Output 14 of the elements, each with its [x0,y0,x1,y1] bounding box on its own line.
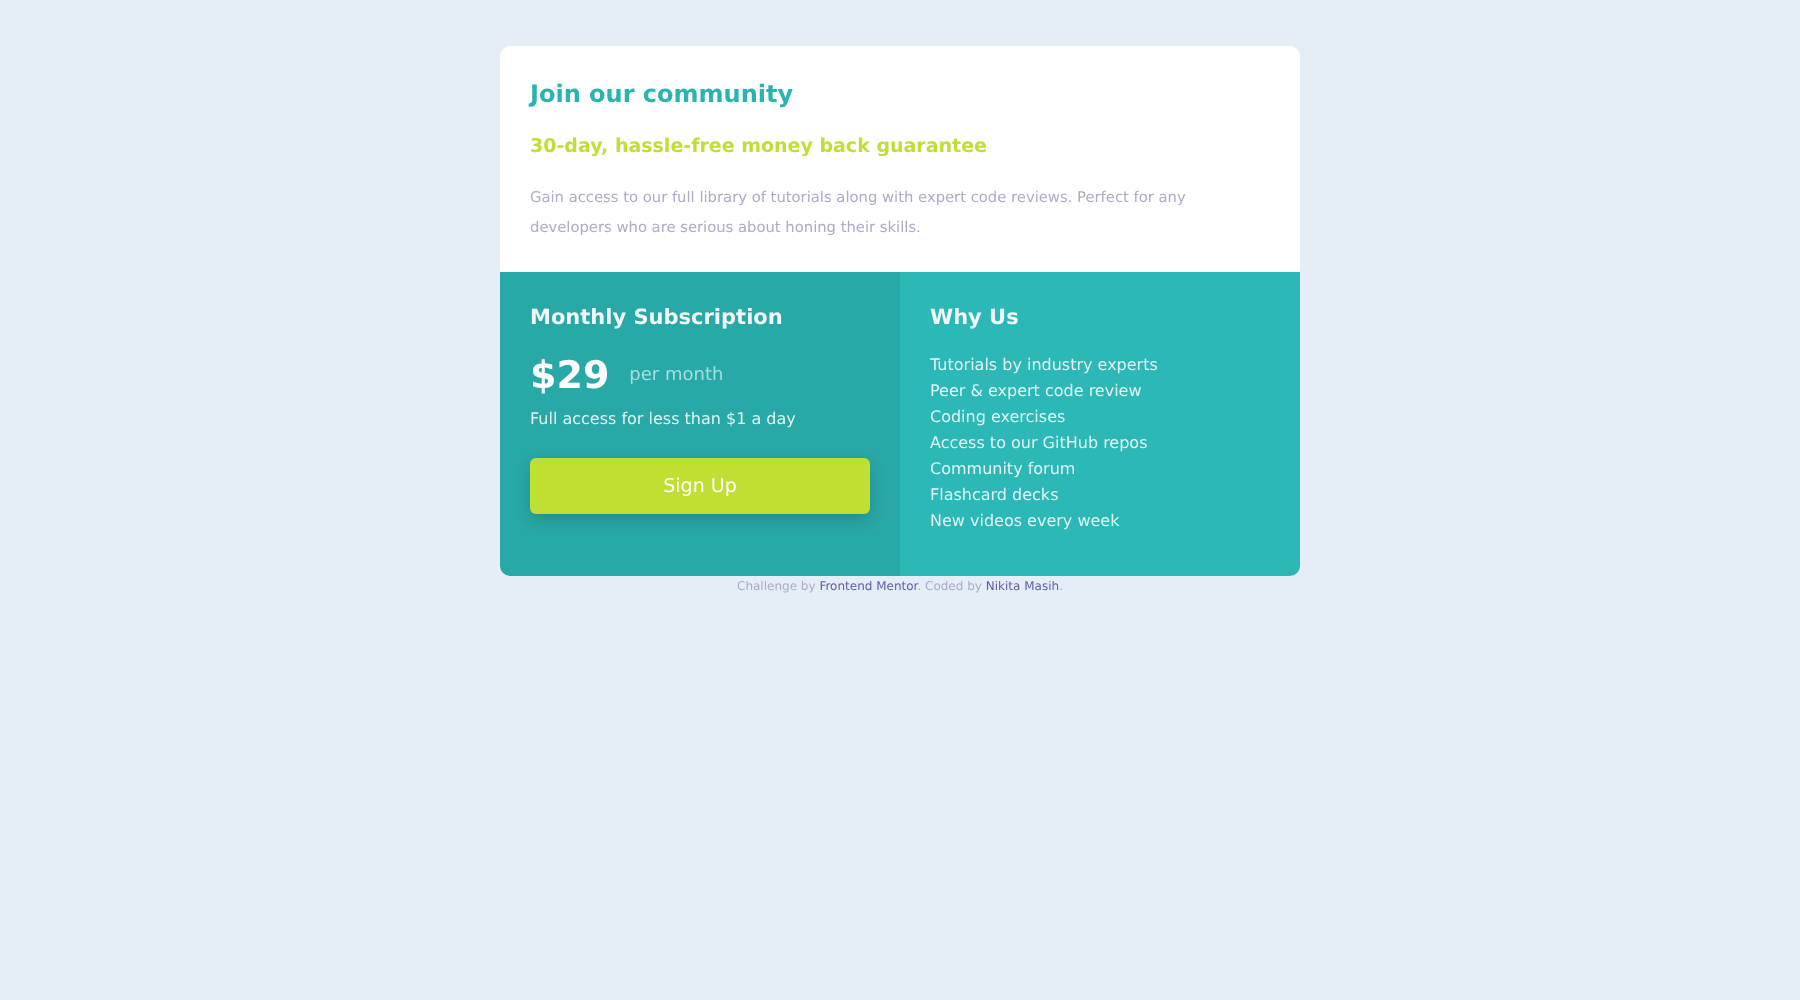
access-note: Full access for less than $1 a day [530,410,798,428]
feature-item: Access to our GitHub repos [930,432,1150,456]
feature-item: Peer & expert code review [930,380,1144,404]
subscription-title: Monthly Subscription [530,306,785,330]
guarantee-text: 30-day, hassle-free money back guarantee [530,136,989,158]
feature-item: New videos every week [930,510,1122,534]
feature-item: Community forum [930,458,1078,482]
why-us-title: Why Us [930,306,1021,330]
feature-item: Coding exercises [930,406,1068,430]
card-title: Join our community [530,80,796,108]
price-text: $29 [530,354,610,398]
period-text: per month [629,366,724,386]
feature-item: Flashcard decks [930,484,1061,508]
feature-item: Tutorials by industry experts [930,354,1160,378]
